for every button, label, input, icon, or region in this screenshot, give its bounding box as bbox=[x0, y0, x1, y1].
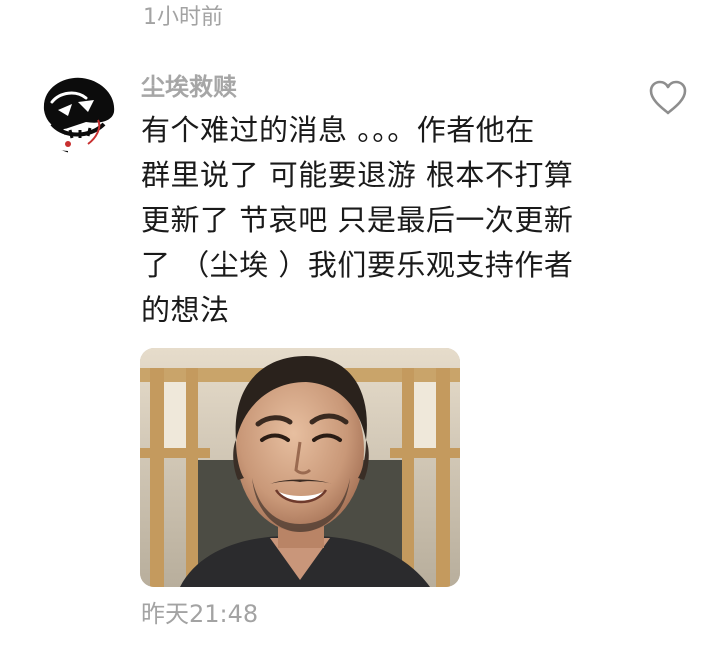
comment-text-line: 更新了 节哀吧 只是最后一次更新 bbox=[141, 203, 574, 237]
like-button[interactable] bbox=[648, 80, 688, 116]
previous-comment-time: 1小时前 bbox=[143, 5, 223, 30]
comment-text: 有个难过的消息 。。。作者他在 群里说了 可能要退游 根本不打算 更新了 节哀吧… bbox=[141, 108, 621, 333]
comment-timestamp: 昨天21:48 bbox=[141, 600, 259, 628]
doodle-face-avatar-icon bbox=[38, 72, 120, 154]
comment-body: 尘埃救赎 有个难过的消息 。。。作者他在 群里说了 可能要退游 根本不打算 更新… bbox=[141, 70, 621, 333]
heart-outline-icon bbox=[649, 80, 687, 115]
comment-text-line: 的想法 bbox=[141, 293, 230, 327]
smiling-man-photo bbox=[140, 348, 460, 587]
comment-text-line: 了 （尘埃 ）我们要乐观支持作者 bbox=[141, 248, 574, 282]
user-avatar[interactable] bbox=[38, 72, 120, 154]
comment-image[interactable] bbox=[140, 348, 460, 587]
comment-text-line: 有个难过的消息 。。。作者他在 bbox=[141, 113, 535, 147]
comment-text-line: 群里说了 可能要退游 根本不打算 bbox=[141, 158, 574, 192]
comment-username[interactable]: 尘埃救赎 bbox=[141, 70, 621, 104]
